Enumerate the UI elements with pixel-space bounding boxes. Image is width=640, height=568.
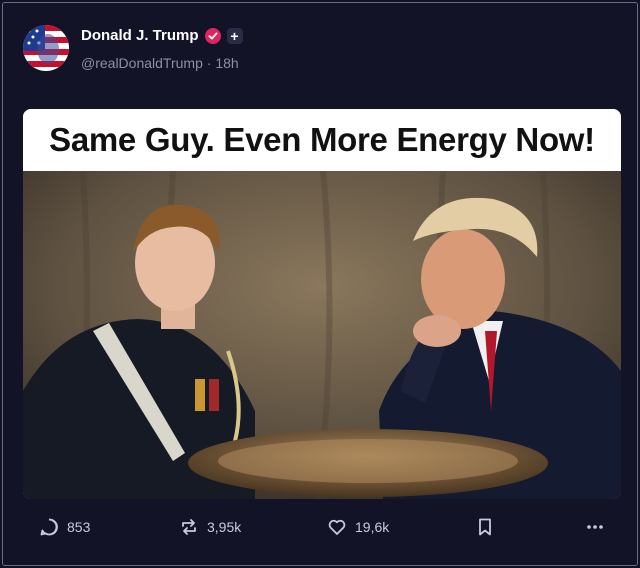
bookmark-button[interactable] (475, 517, 495, 537)
repost-button[interactable]: 3,95k (179, 517, 241, 537)
plus-badge-icon: + (226, 27, 243, 44)
post-photo (23, 171, 621, 499)
like-count: 19,6k (355, 519, 390, 535)
meta-separator: · (206, 55, 212, 71)
repost-count: 3,95k (207, 519, 242, 535)
repost-icon (182, 519, 196, 535)
post-card: Donald J. Trump + @realDonaldTrump · 18h… (2, 2, 638, 566)
more-icon (587, 525, 603, 529)
verified-icon (204, 27, 221, 44)
like-icon (328, 519, 346, 535)
like-button[interactable]: 19,6k (327, 517, 389, 537)
author-row: Donald J. Trump + (81, 27, 243, 44)
post-media[interactable]: Same Guy. Even More Energy Now! (23, 109, 621, 499)
author-name[interactable]: Donald J. Trump (81, 27, 199, 44)
image-caption: Same Guy. Even More Energy Now! (23, 109, 621, 171)
avatar[interactable] (23, 25, 69, 71)
reply-icon (40, 518, 58, 536)
author-handle[interactable]: @realDonaldTrump (81, 55, 203, 71)
action-bar: 853 3,95k 19,6k (39, 517, 611, 547)
reply-button[interactable]: 853 (39, 517, 90, 537)
post-time[interactable]: 18h (215, 55, 238, 71)
reply-count: 853 (67, 519, 91, 535)
more-options-button[interactable] (585, 517, 605, 537)
bookmark-icon (479, 518, 491, 536)
post-meta: @realDonaldTrump · 18h (81, 55, 239, 71)
